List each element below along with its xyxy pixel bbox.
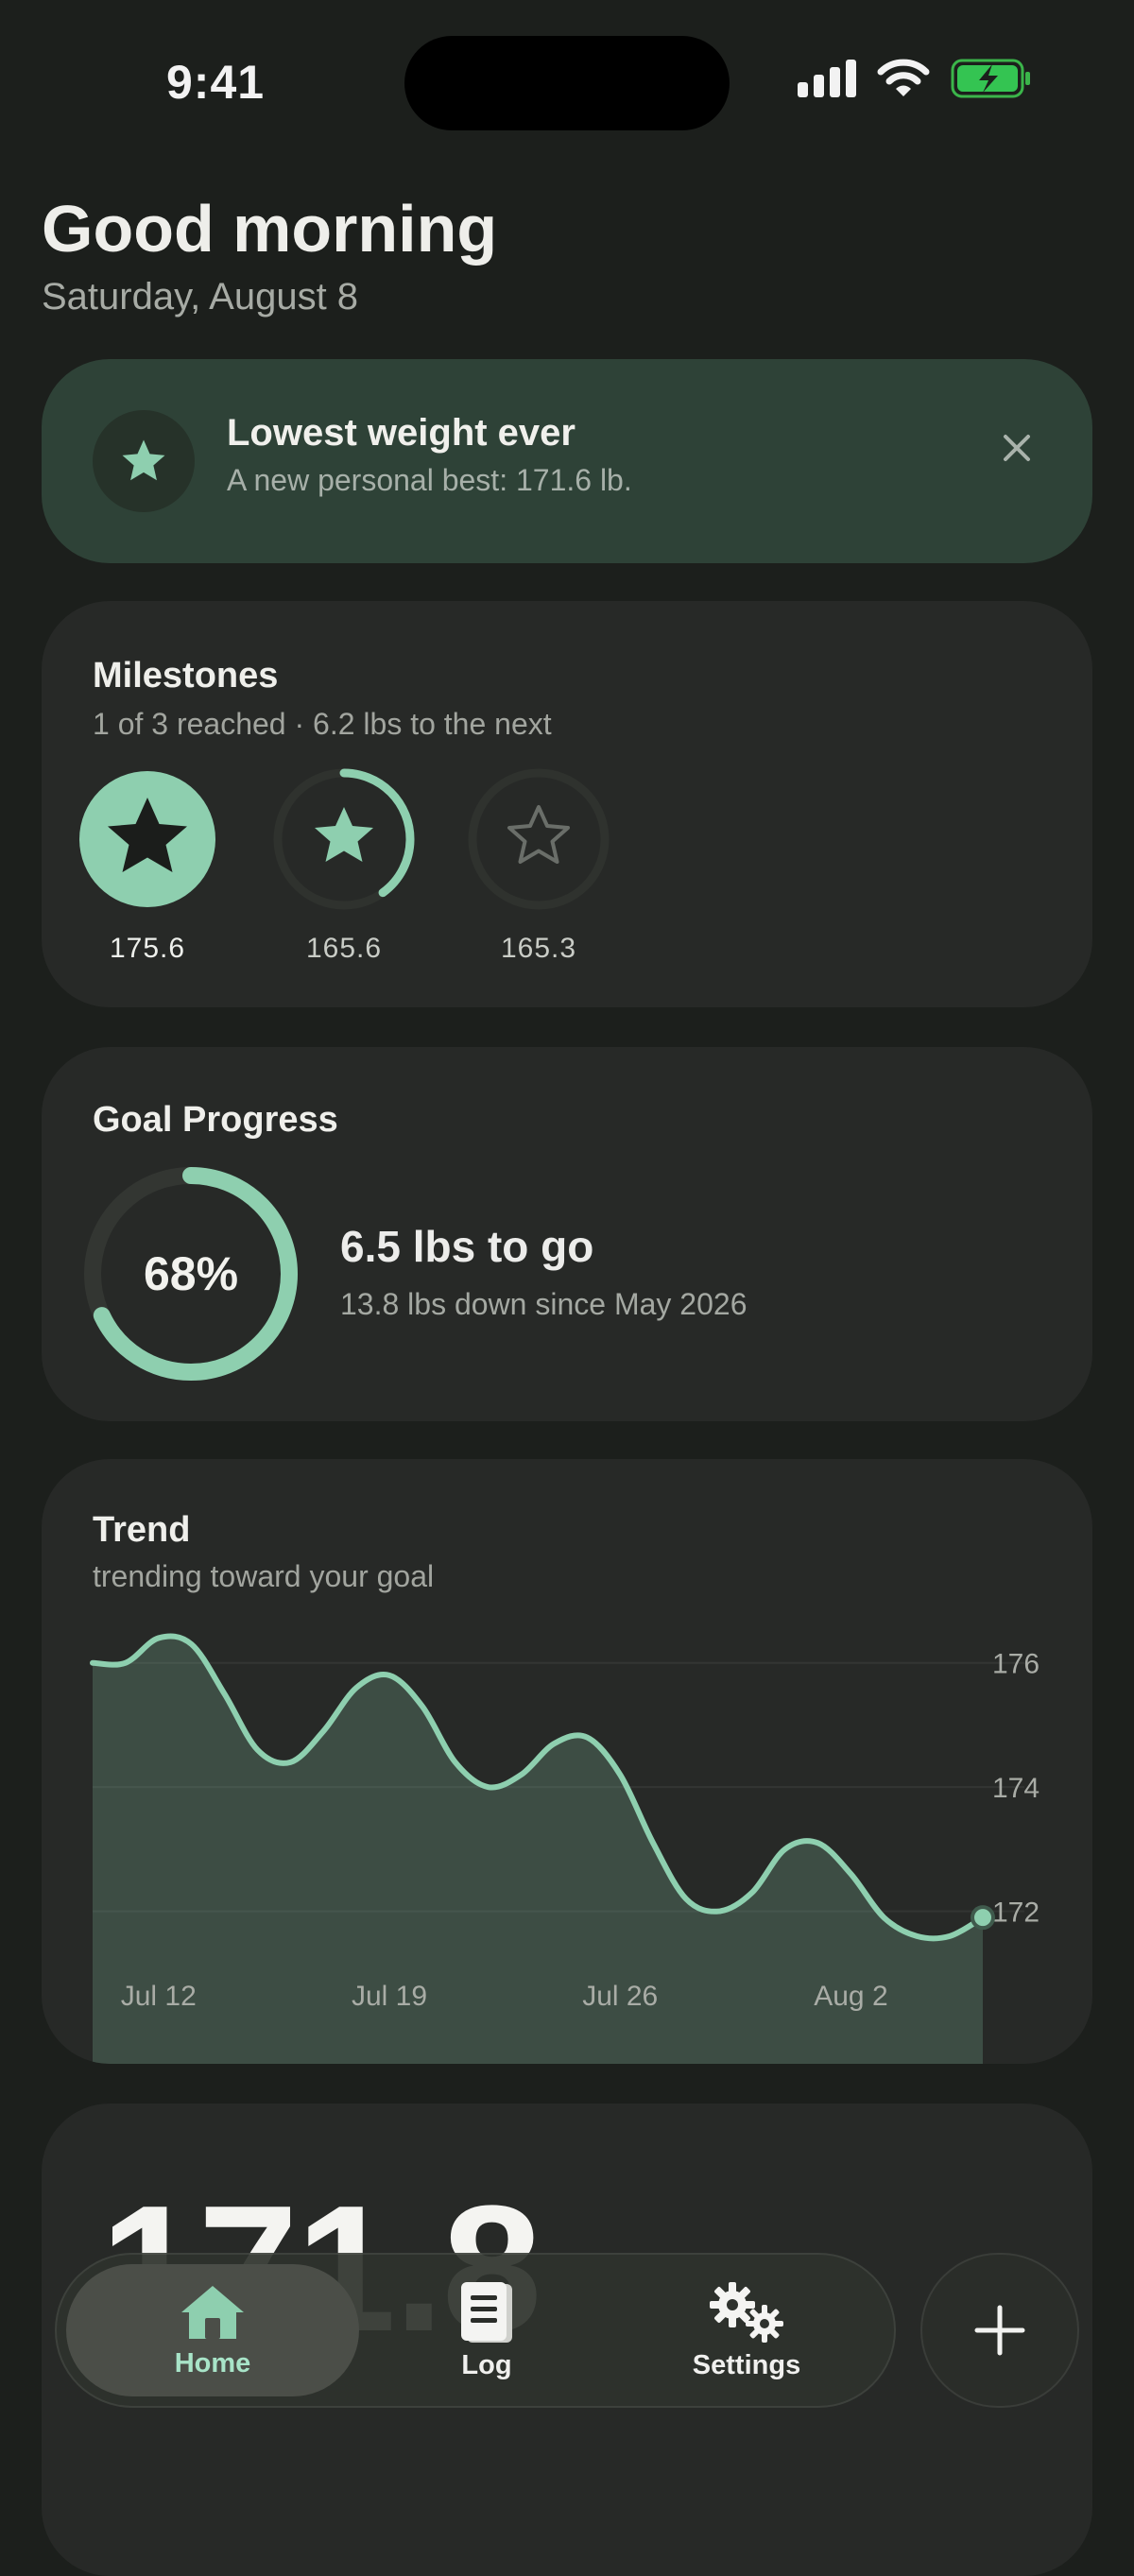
milestones-card[interactable]: Milestones 1 of 3 reached · 6.2 lbs to t… bbox=[42, 601, 1092, 1007]
tab-label: Settings bbox=[692, 2349, 801, 2380]
y-tick-label: 174 bbox=[992, 1773, 1040, 1804]
tab-home[interactable]: Home bbox=[66, 2255, 359, 2406]
milestone-star-outline-icon bbox=[468, 768, 610, 910]
wifi-icon bbox=[877, 59, 930, 96]
banner-title: Lowest weight ever bbox=[227, 412, 576, 454]
star-icon bbox=[122, 439, 165, 481]
y-tick-label: 176 bbox=[992, 1649, 1040, 1680]
tab-settings[interactable]: Settings bbox=[633, 2255, 860, 2406]
milestone-locked[interactable]: 165.3 bbox=[463, 764, 614, 965]
milestone-star-icon bbox=[273, 768, 415, 910]
personal-best-banner[interactable]: Lowest weight ever A new personal best: … bbox=[42, 359, 1092, 563]
milestone-in-progress[interactable]: 165.6 bbox=[268, 764, 420, 965]
greeting-title: Good morning bbox=[42, 192, 498, 266]
status-icons bbox=[798, 59, 1032, 98]
add-entry-button[interactable] bbox=[920, 2253, 1079, 2408]
x-tick-label: Jul 12 bbox=[121, 1981, 197, 2012]
x-tick-label: Jul 19 bbox=[352, 1981, 427, 2012]
milestones-title: Milestones bbox=[93, 656, 279, 696]
milestone-reached[interactable]: 175.6 bbox=[72, 764, 223, 965]
house-icon bbox=[181, 2285, 244, 2339]
journal-icon bbox=[461, 2281, 512, 2343]
plus-icon bbox=[974, 2305, 1025, 2356]
goal-title: Goal Progress bbox=[93, 1100, 338, 1140]
trend-latest-point[interactable] bbox=[971, 1905, 995, 1931]
trend-chart[interactable]: 176 174 172 Jul 12 Jul 19 Jul 26 Aug 2 bbox=[42, 1459, 1092, 2064]
milestone-star-icon bbox=[79, 771, 215, 907]
battery-charging-icon bbox=[951, 59, 1030, 98]
milestone-label: 165.6 bbox=[305, 933, 383, 964]
star-badge bbox=[93, 410, 195, 512]
milestone-label: 165.3 bbox=[500, 933, 577, 964]
x-tick-label: Aug 2 bbox=[814, 1981, 887, 2012]
tab-label: Home bbox=[174, 2347, 251, 2379]
dismiss-button[interactable] bbox=[988, 420, 1045, 476]
trend-card[interactable]: Trend trending toward your goal 176 174 17… bbox=[42, 1459, 1092, 2064]
close-icon bbox=[1004, 435, 1030, 461]
x-tick-label: Jul 26 bbox=[582, 1981, 658, 2012]
banner-subtitle: A new personal best: 171.6 lb. bbox=[227, 463, 632, 497]
goal-remaining: 6.5 lbs to go bbox=[340, 1222, 594, 1271]
date-subtitle: Saturday, August 8 bbox=[42, 276, 359, 318]
gears-icon bbox=[710, 2281, 783, 2343]
goal-progress-ring: 68% bbox=[77, 1160, 304, 1387]
milestone-label: 175.6 bbox=[109, 933, 186, 964]
dynamic-island bbox=[404, 36, 730, 130]
cellular-signal-icon bbox=[798, 60, 856, 97]
goal-percent: 68% bbox=[143, 1247, 239, 1300]
tab-log[interactable]: Log bbox=[378, 2255, 595, 2406]
milestones-subtitle: 1 of 3 reached · 6.2 lbs to the next bbox=[93, 707, 552, 741]
tab-bar: Home Log Settings bbox=[55, 2253, 896, 2408]
goal-progress-card[interactable]: Goal Progress 68% 6.5 lbs to go 13.8 lbs… bbox=[42, 1047, 1092, 1421]
status-time: 9:41 bbox=[166, 56, 266, 109]
y-tick-label: 172 bbox=[992, 1898, 1040, 1929]
tab-label: Log bbox=[461, 2349, 512, 2380]
goal-since: 13.8 lbs down since May 2026 bbox=[340, 1287, 747, 1321]
